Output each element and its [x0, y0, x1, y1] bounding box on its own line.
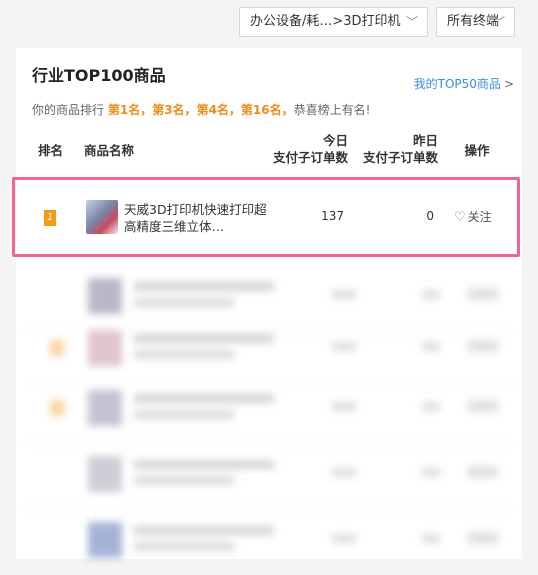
text-placeholder	[134, 298, 234, 307]
value-placeholder	[422, 534, 440, 543]
chevron-down-icon: ﹀	[405, 15, 418, 29]
header-rank: 排名	[38, 143, 64, 158]
text-placeholder	[134, 526, 274, 535]
rank-badge	[50, 400, 64, 416]
rank-2: 第3名，	[152, 103, 197, 117]
value-placeholder	[422, 290, 440, 299]
text-placeholder	[134, 350, 234, 359]
product-thumbnail	[88, 278, 122, 314]
chevron-down-icon: ﹀	[492, 15, 505, 29]
text-placeholder	[134, 542, 234, 551]
header-today-line2: 支付子订单数	[272, 150, 348, 165]
header-yesterday-line2: 支付子订单数	[362, 150, 438, 165]
product-thumbnail	[88, 330, 122, 366]
blurred-rows	[16, 262, 522, 575]
panel-title: 行业TOP100商品	[32, 66, 166, 85]
table-row	[24, 440, 514, 509]
action-placeholder	[468, 400, 498, 412]
value-placeholder	[422, 342, 440, 351]
terminal-select[interactable]: 所有终端 ﹀	[436, 7, 515, 37]
rank-3: 第4名，	[196, 103, 241, 117]
value-placeholder	[332, 290, 356, 299]
header-name: 商品名称	[84, 143, 135, 158]
table-row	[24, 314, 514, 383]
value-placeholder	[422, 402, 440, 411]
header-today-line1: 今日	[322, 133, 348, 148]
category-select[interactable]: 办公设备/耗…>3D打印机 ﹀	[239, 7, 428, 37]
product-thumbnail	[88, 456, 122, 492]
rank-1: 第1名，	[107, 103, 153, 117]
action-placeholder	[468, 340, 498, 352]
header-yesterday: 昨日 支付子订单数	[350, 132, 438, 166]
value-placeholder	[332, 534, 356, 543]
rank-summary: 你的商品排行 第1名，第3名，第4名，第16名，恭喜榜上有名!	[32, 101, 370, 118]
text-placeholder	[134, 410, 234, 419]
text-placeholder	[134, 460, 274, 469]
terminal-select-value: 所有终端	[447, 14, 500, 29]
my-top50-label: 我的TOP50商品	[413, 77, 501, 91]
text-placeholder	[134, 334, 274, 343]
product-thumbnail	[88, 522, 122, 558]
action-placeholder	[468, 288, 498, 300]
header-action: 操作	[464, 143, 490, 158]
rank-badge	[50, 340, 64, 356]
text-placeholder	[134, 394, 274, 403]
value-placeholder	[422, 468, 440, 477]
rank-prefix: 你的商品排行	[32, 103, 105, 117]
action-placeholder	[468, 532, 498, 544]
header-yesterday-line1: 昨日	[412, 133, 438, 148]
filter-bar: 办公设备/耗…>3D打印机 ﹀ 所有终端 ﹀	[0, 0, 538, 48]
my-top50-link[interactable]: 我的TOP50商品 >	[414, 75, 514, 92]
product-thumbnail	[88, 390, 122, 426]
text-placeholder	[134, 476, 234, 485]
chevron-right-icon: >	[503, 77, 514, 91]
category-select-value: 办公设备/耗…>3D打印机	[250, 14, 401, 29]
table-row	[24, 374, 514, 443]
text-placeholder	[134, 282, 274, 291]
rank-suffix: 恭喜榜上有名!	[293, 103, 371, 117]
value-placeholder	[332, 468, 356, 477]
rank-4: 第16名，	[240, 103, 294, 117]
highlight-box	[12, 177, 520, 257]
table-row	[24, 506, 514, 575]
value-placeholder	[332, 402, 356, 411]
action-placeholder	[468, 466, 498, 478]
header-today: 今日 支付子订单数	[260, 132, 348, 166]
value-placeholder	[332, 342, 356, 351]
